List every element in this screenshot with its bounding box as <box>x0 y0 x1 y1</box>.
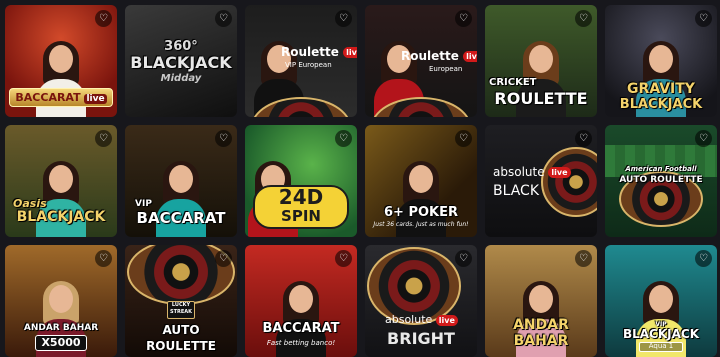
tile-tagline: Fast betting banco! <box>266 339 336 347</box>
heart-outline-icon[interactable]: ♡ <box>335 130 352 147</box>
tile-title: BACCARAT live <box>5 86 117 107</box>
tile-subtitle: European <box>429 65 463 73</box>
tile-title: BLACKJACK <box>130 53 232 72</box>
game-tile-blackjack-midday[interactable]: 360° BLACKJACK Midday ♡ <box>125 5 237 117</box>
heart-outline-icon[interactable]: ♡ <box>455 10 472 27</box>
tile-title: ANDAR <box>513 317 569 333</box>
tile-tagline: Midday <box>160 73 202 84</box>
heart-outline-icon[interactable]: ♡ <box>455 130 472 147</box>
game-tile-andar-bahar-x5000[interactable]: ANDAR BAHAR X5000 ♡ <box>5 245 117 357</box>
heart-outline-icon[interactable]: ♡ <box>695 250 712 267</box>
tile-title: BRIGHT <box>387 329 455 348</box>
tile-title: AUTO <box>162 323 200 337</box>
game-tile-24d-spin[interactable]: 24D SPIN ♡ <box>245 125 357 237</box>
game-tile-auto-roulette-football[interactable]: American Football AUTO ROULETTE ♡ <box>605 125 717 237</box>
game-tile-cricket-roulette[interactable]: CRICKET ROULETTE ♡ <box>485 5 597 117</box>
tile-title: ANDAR BAHAR <box>23 323 99 333</box>
game-tile-andar-bahar[interactable]: ANDAR BAHAR ♡ <box>485 245 597 357</box>
tile-title: Roulette live <box>281 45 357 59</box>
tile-title: AUTO ROULETTE <box>619 175 703 185</box>
heart-outline-icon[interactable]: ♡ <box>215 10 232 27</box>
tile-title: Roulette live <box>401 49 477 63</box>
logo-line-2: STREAK <box>169 309 193 315</box>
table-name: Aqua 1 <box>648 342 674 350</box>
game-tile-oasis-blackjack[interactable]: Oasis BLACKJACK ♡ <box>5 125 117 237</box>
game-grid: BACCARAT live ♡ 360° BLACKJACK Midday ♡ … <box>5 5 717 357</box>
tile-subtitle: BAHAR <box>513 333 569 349</box>
heart-outline-icon[interactable]: ♡ <box>455 250 472 267</box>
tile-title: ROULETTE <box>494 89 588 108</box>
heart-outline-icon[interactable]: ♡ <box>575 10 592 27</box>
game-tile-vip-blackjack-aqua[interactable]: VIP BLACKJACK Aqua 1 ♡ <box>605 245 717 357</box>
tile-subtitle: absolute live <box>493 165 597 179</box>
game-tile-6-plus-poker[interactable]: 6+ POKER Just 36 cards. Just as much fun… <box>365 125 477 237</box>
tile-tagline: Just 36 cards. Just as much fun! <box>373 221 469 228</box>
tile-subtitle: CRICKET <box>489 77 537 88</box>
tile-title: BLACK <box>493 183 540 199</box>
game-tile-gravity-blackjack[interactable]: GRAVITY BLACKJACK ♡ <box>605 5 717 117</box>
heart-outline-icon[interactable]: ♡ <box>215 250 232 267</box>
tile-title: 6+ POKER <box>383 205 458 220</box>
tile-title: BACCARAT <box>136 209 226 227</box>
tile-subtitle: SPIN <box>281 207 321 225</box>
game-tile-roulette-vip[interactable]: Roulette live VIP European ♡ <box>245 5 357 117</box>
game-tile-vip-baccarat[interactable]: VIP BACCARAT ♡ <box>125 125 237 237</box>
tile-title: BLACKJACK <box>16 209 106 225</box>
heart-outline-icon[interactable]: ♡ <box>335 10 352 27</box>
heart-outline-icon[interactable]: ♡ <box>215 130 232 147</box>
logo-line-1: LUCKY <box>171 302 191 308</box>
heart-outline-icon[interactable]: ♡ <box>575 130 592 147</box>
tile-title: BACCARAT <box>262 321 340 336</box>
tile-subtitle: VIP European <box>285 61 332 69</box>
tile-subtitle: VIP <box>135 199 152 209</box>
heart-outline-icon[interactable]: ♡ <box>695 130 712 147</box>
tile-title: 24D <box>278 185 324 209</box>
heart-outline-icon[interactable]: ♡ <box>95 250 112 267</box>
game-tile-roulette-european[interactable]: Roulette live European ♡ <box>365 5 477 117</box>
game-tile-absolute-bright[interactable]: absolute live BRIGHT ♡ <box>365 245 477 357</box>
game-tile-baccarat-live[interactable]: BACCARAT live ♡ <box>5 5 117 117</box>
tile-subtitle: absolute live <box>385 313 477 326</box>
heart-outline-icon[interactable]: ♡ <box>95 130 112 147</box>
tile-subtitle: GRAVITY <box>627 81 695 97</box>
heart-outline-icon[interactable]: ♡ <box>335 250 352 267</box>
game-tile-auto-roulette-lucky-streak[interactable]: LUCKY STREAK AUTO ROULETTE ♡ <box>125 245 237 357</box>
tile-subtitle: ROULETTE <box>146 339 216 353</box>
heart-outline-icon[interactable]: ♡ <box>95 10 112 27</box>
multiplier-label: X5000 <box>41 336 81 349</box>
game-tile-absolute-blackjack[interactable]: absolute live BLACK ♡ <box>485 125 597 237</box>
tile-subtitle: American Football <box>625 165 697 173</box>
roulette-wheel-image <box>541 147 597 217</box>
game-tile-baccarat-fast[interactable]: BACCARAT Fast betting banco! ♡ <box>245 245 357 357</box>
tile-subtitle: 360° <box>164 39 198 54</box>
heart-outline-icon[interactable]: ♡ <box>695 10 712 27</box>
tile-title: BLACKJACK <box>619 97 703 112</box>
tile-title: BLACKJACK <box>622 327 700 341</box>
heart-outline-icon[interactable]: ♡ <box>575 250 592 267</box>
